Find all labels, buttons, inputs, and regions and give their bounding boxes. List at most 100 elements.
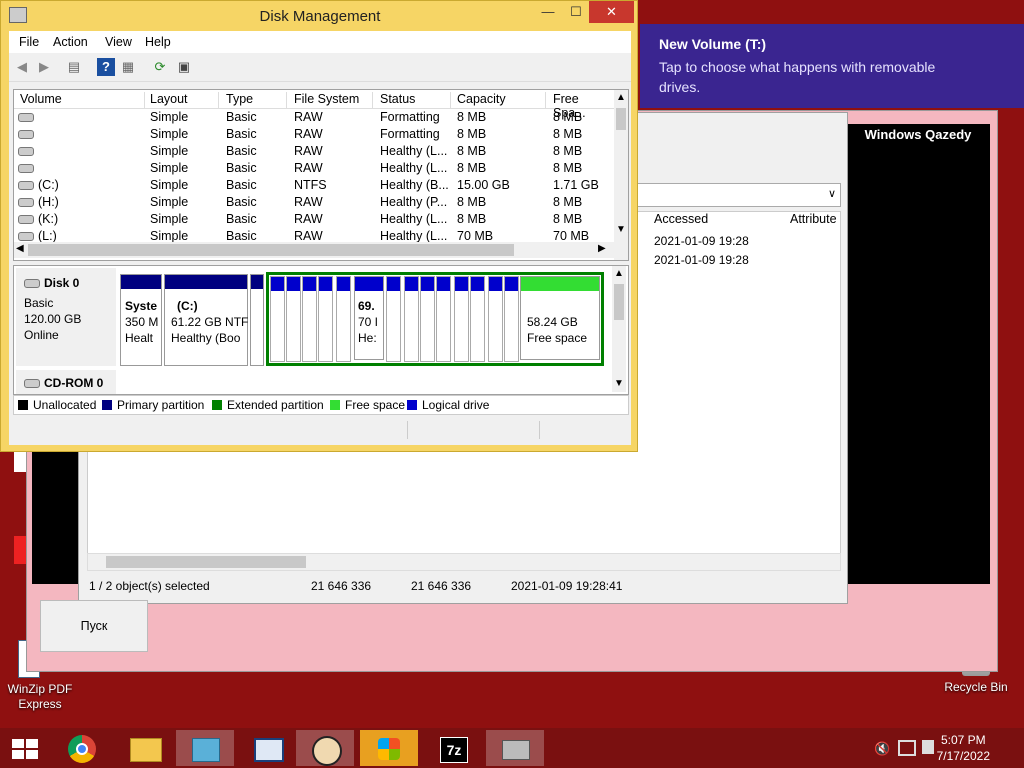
logical-bar: [437, 277, 450, 291]
disk0-label[interactable]: Disk 0 Basic 120.00 GB Online: [16, 268, 116, 366]
graphical-vscroll[interactable]: ▲ ▼: [612, 266, 626, 392]
col-status[interactable]: Status: [380, 92, 451, 108]
menu-help[interactable]: Help: [145, 35, 171, 49]
col-volume[interactable]: Volume: [20, 92, 145, 108]
maximize-button[interactable]: ☐: [561, 1, 591, 23]
taskbar-app-monitor-icon[interactable]: [238, 730, 296, 766]
volume-cell-capacity: 8 MB: [457, 144, 487, 158]
status-date: 2021-01-09 19:28:41: [511, 579, 623, 593]
partition-c[interactable]: (C:) 61.22 GB NTF Healthy (Boo: [164, 274, 248, 366]
volume-cell-layout: Simple: [150, 229, 189, 243]
volume-cell-layout: Simple: [150, 195, 189, 209]
close-button[interactable]: ✕: [589, 1, 634, 23]
col-free-space[interactable]: Free Spa...: [553, 92, 613, 120]
volume-list-vscroll[interactable]: ▲ ▼: [614, 90, 628, 260]
disk-management-task-icon[interactable]: [486, 730, 544, 766]
volume-row[interactable]: (H:) Simple Basic RAW Healthy (P... 8 MB 8 MB: [14, 194, 614, 211]
volume-cell-type: Basic: [226, 144, 257, 158]
logical-drive[interactable]: [336, 276, 351, 362]
start-button-ru[interactable]: Пуск: [40, 600, 148, 652]
logical-drive[interactable]: [404, 276, 419, 362]
help-icon[interactable]: ?: [97, 58, 115, 76]
volume-cell-layout: Simple: [150, 127, 189, 141]
volume-row[interactable]: (C:) Simple Basic NTFS Healthy (B... 15.00 GB…: [14, 177, 614, 194]
partition-l[interactable]: 69. 70 I He:: [354, 276, 384, 360]
volume-muted-icon[interactable]: 🔇: [874, 741, 890, 757]
back-icon[interactable]: ◀: [13, 58, 31, 76]
action-center-icon[interactable]: [922, 740, 934, 754]
partition-system[interactable]: Syste 350 M Healt: [120, 274, 162, 366]
logical-drive[interactable]: [318, 276, 333, 362]
refresh-icon[interactable]: ⟳: [151, 58, 169, 76]
chrome-icon[interactable]: [54, 730, 112, 766]
drive-icon: [18, 147, 34, 156]
volume-cell-status: Healthy (L...: [380, 161, 448, 175]
rescan-icon[interactable]: ▣: [175, 58, 193, 76]
col-accessed[interactable]: Accessed: [654, 212, 708, 234]
logical-drive[interactable]: [470, 276, 485, 362]
volume-row[interactable]: Simple Basic RAW Formatting 8 MB 8 MB: [14, 109, 614, 126]
client-area: File Action View Help ◀ ▶ ▤ ? ▦ ⟳ ▣ Volu…: [9, 31, 631, 445]
7zip-icon[interactable]: 7z: [424, 730, 482, 766]
logical-drive[interactable]: [302, 276, 317, 362]
logical-bar: [337, 277, 350, 291]
col-type[interactable]: Type: [226, 92, 287, 108]
windows-start-icon[interactable]: [0, 730, 50, 766]
explorer-hscroll[interactable]: [87, 553, 841, 571]
volume-cell-fs: NTFS: [294, 178, 327, 192]
logical-drive[interactable]: [488, 276, 503, 362]
col-capacity[interactable]: Capacity: [457, 92, 546, 108]
taskbar-windows7-icon[interactable]: [360, 730, 418, 766]
cdrom-label[interactable]: CD-ROM 0: [16, 370, 116, 394]
address-bar[interactable]: ∨: [629, 183, 841, 207]
volume-row[interactable]: (K:) Simple Basic RAW Healthy (L... 8 MB 8 MB: [14, 211, 614, 228]
logical-drive[interactable]: [504, 276, 519, 362]
volume-cell-status: Formatting: [380, 110, 440, 124]
desktop-icon-partial-red[interactable]: [14, 536, 26, 564]
minimize-button[interactable]: —: [533, 1, 563, 23]
logical-drive[interactable]: [420, 276, 435, 362]
console-tree-icon[interactable]: ▤: [65, 58, 83, 76]
menu-action[interactable]: Action: [53, 35, 88, 49]
free-space[interactable]: 58.24 GB Free space: [520, 276, 600, 360]
menu-view[interactable]: View: [105, 35, 132, 49]
logical-bar: [421, 277, 434, 291]
volume-row[interactable]: Simple Basic RAW Healthy (L... 8 MB 8 MB: [14, 143, 614, 160]
volume-row[interactable]: Simple Basic RAW Healthy (L... 8 MB 8 MB: [14, 160, 614, 177]
chevron-down-icon[interactable]: ∨: [828, 187, 836, 200]
taskbar-app-hacker-icon[interactable]: [296, 730, 354, 766]
file-row-accessed[interactable]: 2021-01-09 19:28: [654, 234, 749, 248]
drive-icon: [18, 113, 34, 122]
col-layout[interactable]: Layout: [150, 92, 219, 108]
title-bar[interactable]: Disk Management — ☐ ✕: [1, 1, 639, 31]
taskbar-app-green-icon[interactable]: [176, 730, 234, 766]
primary-bar: [165, 275, 247, 289]
partition-small[interactable]: [250, 274, 264, 366]
legend-primary: Primary partition: [102, 398, 204, 412]
volume-list-hscroll[interactable]: ◀ ▶: [14, 242, 614, 258]
forward-icon[interactable]: ▶: [35, 58, 53, 76]
volume-row[interactable]: Simple Basic RAW Formatting 8 MB 8 MB: [14, 126, 614, 143]
logical-drive[interactable]: [286, 276, 301, 362]
cdrom-name: CD-ROM 0: [44, 376, 104, 390]
file-explorer-icon[interactable]: [116, 730, 174, 766]
notification-toast[interactable]: New Volume (T:) Tap to choose what happe…: [640, 24, 1024, 108]
logical-drive[interactable]: [454, 276, 469, 362]
volume-cell-type: Basic: [226, 195, 257, 209]
col-file-system[interactable]: File System: [294, 92, 373, 108]
network-icon[interactable]: [898, 740, 916, 756]
logical-drive[interactable]: [436, 276, 451, 362]
desktop-icon-partial[interactable]: [14, 452, 26, 472]
background-label: Windows Qazedy: [864, 127, 972, 142]
clock[interactable]: 5:07 PM 7/17/2022: [937, 732, 990, 764]
disk0-type: Basic: [24, 296, 54, 310]
logical-drive[interactable]: [270, 276, 285, 362]
logical-drive[interactable]: [386, 276, 401, 362]
volume-cell-volume: (H:): [38, 195, 59, 209]
menu-file[interactable]: File: [19, 35, 39, 49]
properties-icon[interactable]: ▦: [119, 58, 137, 76]
file-row-accessed[interactable]: 2021-01-09 19:28: [654, 253, 749, 267]
col-attribute[interactable]: Attribute: [790, 212, 837, 234]
volume-cell-capacity: 70 MB: [457, 229, 494, 243]
clock-date: 7/17/2022: [936, 749, 990, 763]
